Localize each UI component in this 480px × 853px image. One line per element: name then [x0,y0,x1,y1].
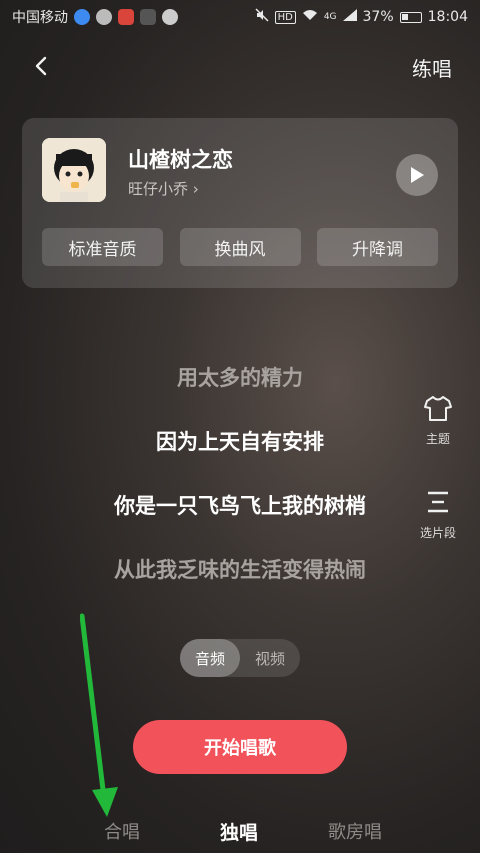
wechat-icon [96,9,112,25]
sing-mode-tabs: 合唱 独唱 歌房唱 [0,810,480,850]
app-notification-icon-3 [140,9,156,25]
song-artist-link[interactable]: 旺仔小乔 › [128,178,199,199]
song-options: 标准音质 换曲风 升降调 [42,228,438,266]
lyric-line: 用太多的精力 [177,366,303,390]
audio-video-toggle: 音频 视频 [180,639,300,677]
preview-play-button[interactable] [396,154,438,196]
practice-button[interactable]: 练唱 [412,53,452,82]
network-type: 4G [323,12,337,22]
video-mode-option[interactable]: 视频 [240,639,300,677]
segment-list-icon [428,491,448,513]
audio-mode-option[interactable]: 音频 [180,639,240,677]
theme-button[interactable]: 主题 [414,394,462,447]
annotation-arrow-icon [80,613,118,817]
lyric-line: 从此我乏味的生活变得热闹 [114,558,366,582]
select-segment-button[interactable]: 选片段 [414,488,462,541]
battery-percent: 37% [362,9,394,25]
status-right: HD 4G 37% 18:04 [255,8,468,26]
top-bar: 练唱 [0,44,480,88]
change-style-button[interactable]: 换曲风 [179,228,301,266]
song-card: 山楂树之恋 旺仔小乔 › 标准音质 换曲风 升降调 [22,118,458,288]
app-notification-icon-2 [118,9,134,25]
pitch-adjust-button[interactable]: 升降调 [317,228,438,266]
hd-icon: HD [274,10,296,24]
song-cover-image[interactable] [42,138,106,202]
lyric-line: 你是一只飞鸟飞上我的树梢 [114,494,366,518]
audio-quality-button[interactable]: 标准音质 [42,228,163,266]
clock: 18:04 [427,9,468,25]
back-button[interactable] [28,52,56,80]
signal-icon [342,9,357,25]
app-notification-icon [74,9,90,25]
status-bar: 中国移动 HD 4G 37% 18:04 [0,0,480,34]
battery-icon [399,11,422,23]
lyric-line: 因为上天自有安排 [156,430,324,454]
tshirt-icon [424,396,452,421]
tab-chorus[interactable]: 合唱 [104,818,140,844]
start-singing-button[interactable]: 开始唱歌 [133,720,347,774]
theme-label: 主题 [425,432,450,446]
message-icon [162,9,178,25]
status-left: 中国移动 [12,7,178,27]
wifi-icon [302,9,318,25]
play-icon [411,167,424,183]
tab-solo[interactable]: 独唱 [220,818,258,845]
mute-icon [255,8,269,26]
song-title: 山楂树之恋 [128,148,233,172]
cartoon-girl-icon [42,138,106,202]
segment-label: 选片段 [419,526,456,540]
chevron-left-icon [35,56,47,76]
carrier-label: 中国移动 [12,10,68,26]
tab-song-room[interactable]: 歌房唱 [328,818,382,844]
